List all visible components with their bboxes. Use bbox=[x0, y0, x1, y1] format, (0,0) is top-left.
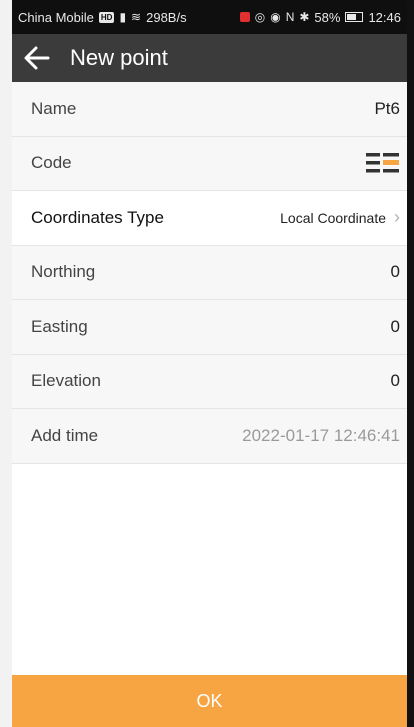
back-button[interactable] bbox=[22, 43, 52, 73]
frame-left-edge bbox=[0, 0, 12, 727]
easting-row[interactable]: Easting 0 bbox=[12, 300, 407, 355]
field-list: Name Pt6 Code Coordinates Type Local Coo… bbox=[12, 82, 407, 464]
name-value[interactable]: Pt6 bbox=[374, 99, 400, 119]
notification-icon bbox=[239, 12, 250, 22]
signal-icon: ▮ bbox=[119, 10, 127, 24]
add-time-row: Add time 2022-01-17 12:46:41 bbox=[12, 409, 407, 464]
code-row[interactable]: Code bbox=[12, 137, 407, 191]
network-speed: 298B/s bbox=[146, 9, 187, 25]
add-time-value: 2022-01-17 12:46:41 bbox=[242, 425, 400, 445]
code-label: Code bbox=[31, 153, 72, 173]
battery-icon bbox=[345, 12, 364, 22]
bluetooth-icon: ✱ bbox=[299, 10, 310, 24]
coordinates-type-value: Local Coordinate bbox=[280, 209, 386, 226]
status-bar: China Mobile HD ▮ ≋ 298B/s ◎ ◉ N ✱ 58% 1… bbox=[12, 0, 407, 34]
coordinates-type-selector[interactable]: Local Coordinate › bbox=[280, 207, 400, 228]
easting-label: Easting bbox=[31, 316, 88, 336]
arrow-left-icon bbox=[24, 46, 50, 70]
northing-label: Northing bbox=[31, 262, 96, 282]
hd-badge: HD bbox=[98, 11, 115, 23]
eye-icon: ◉ bbox=[270, 10, 281, 24]
status-right: ◎ ◉ N ✱ 58% 12:46 bbox=[239, 9, 401, 25]
northing-value[interactable]: 0 bbox=[391, 262, 400, 282]
coordinates-type-label: Coordinates Type bbox=[31, 207, 164, 227]
ok-button[interactable]: OK bbox=[12, 675, 407, 727]
carrier-name: China Mobile bbox=[18, 9, 94, 25]
clock: 12:46 bbox=[368, 9, 401, 25]
elevation-value[interactable]: 0 bbox=[391, 371, 400, 391]
name-row[interactable]: Name Pt6 bbox=[12, 82, 407, 137]
status-left: China Mobile HD ▮ ≋ 298B/s bbox=[18, 10, 187, 25]
battery-percent: 58% bbox=[314, 9, 341, 25]
wifi-icon: ≋ bbox=[131, 10, 142, 24]
elevation-row[interactable]: Elevation 0 bbox=[12, 355, 407, 409]
frame-right-edge bbox=[407, 0, 414, 727]
northing-row[interactable]: Northing 0 bbox=[12, 246, 407, 300]
elevation-label: Elevation bbox=[31, 371, 101, 391]
name-label: Name bbox=[31, 98, 77, 118]
sync-icon: ◎ bbox=[254, 10, 266, 24]
nfc-icon: N bbox=[285, 10, 295, 24]
list-code-icon[interactable] bbox=[366, 149, 400, 177]
chevron-right-icon: › bbox=[394, 207, 400, 228]
easting-value[interactable]: 0 bbox=[391, 317, 400, 337]
app-window: China Mobile HD ▮ ≋ 298B/s ◎ ◉ N ✱ 58% 1… bbox=[12, 0, 407, 727]
page-title: New point bbox=[70, 45, 168, 70]
title-bar: New point bbox=[12, 34, 407, 82]
coordinates-type-row[interactable]: Coordinates Type Local Coordinate › bbox=[12, 191, 407, 246]
add-time-label: Add time bbox=[31, 425, 99, 445]
